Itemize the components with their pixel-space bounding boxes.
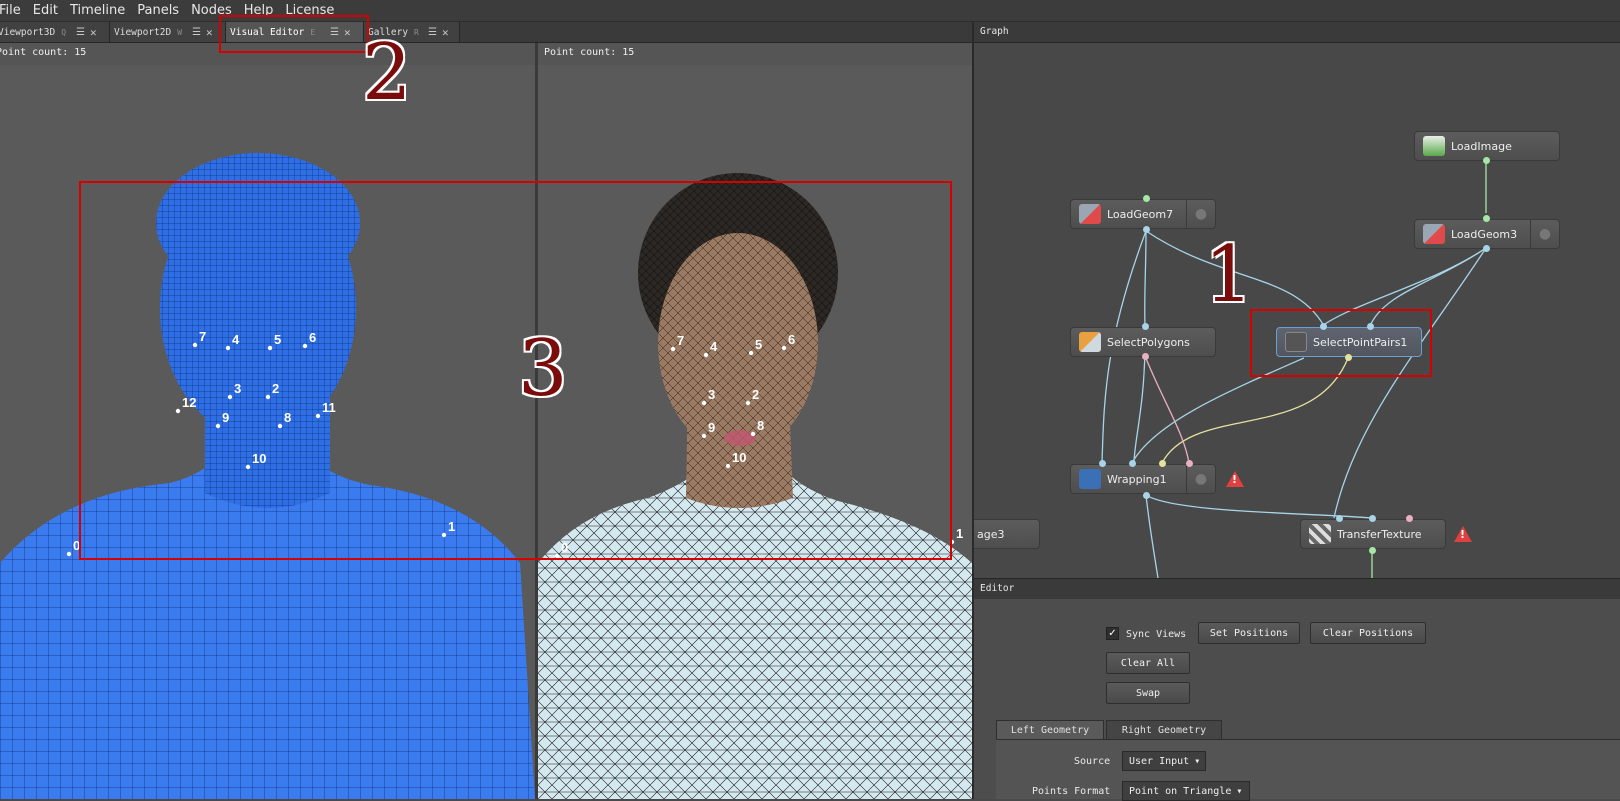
viewport-tab-bar: Viewport3D Q ☰ ✕ Viewport2D W ☰ ✕ Visual E… [0,22,972,43]
visibility-bulb-icon[interactable]: ● [1530,220,1559,248]
swap-button[interactable]: Swap [1106,682,1190,704]
node-partial[interactable]: age3 [974,519,1040,549]
graph-panel-title: Graph [972,22,1620,43]
menu-panels[interactable]: Panels [132,3,186,18]
input-port[interactable] [1336,515,1343,522]
output-port[interactable] [1369,547,1376,554]
input-port[interactable] [1406,515,1413,522]
tab-left-geometry[interactable]: Left Geometry [996,720,1104,739]
node-label: LoadGeom3 [1451,227,1518,241]
input-port[interactable] [1483,215,1490,222]
output-port[interactable] [1143,226,1150,233]
tab-menu-icon[interactable]: ☰ [428,27,437,38]
warning-icon[interactable]: ! [1226,471,1244,487]
close-icon[interactable]: ✕ [90,26,97,39]
input-port[interactable] [1129,460,1136,467]
node-label: LoadImage [1451,139,1512,153]
node-transfer-texture[interactable]: TransferTexture [1300,519,1446,549]
annotation-number-3: 3 [518,324,568,414]
source-value: User Input [1129,755,1190,767]
image-icon [1423,136,1445,156]
annotation-box-tab [219,15,369,53]
annotation-number-2: 2 [362,28,412,118]
tab-label: Viewport3D [0,26,56,38]
points-format-label: Points Format [1032,786,1111,797]
warning-icon[interactable]: ! [1454,526,1472,542]
node-label: LoadGeom7 [1107,207,1174,221]
menu-file[interactable]: File [0,3,28,18]
input-port[interactable] [1369,515,1376,522]
editor-panel-title: Editor [972,578,1620,599]
menu-edit[interactable]: Edit [28,3,65,18]
annotation-box-node [1250,309,1432,377]
tab-label: Viewport2D [114,26,172,38]
input-port[interactable] [1159,460,1166,467]
node-label: age3 [977,527,1005,541]
tab-shortcut: R [414,27,419,37]
input-port[interactable] [1142,323,1149,330]
close-icon[interactable]: ✕ [206,26,213,39]
node-label: SelectPolygons [1107,335,1190,349]
texture-icon [1309,524,1331,544]
visibility-bulb-icon[interactable]: ● [1186,465,1215,493]
visibility-bulb-icon[interactable]: ● [1186,200,1215,228]
output-port[interactable] [1483,157,1490,164]
tab-menu-icon[interactable]: ☰ [192,27,201,38]
select-polygons-icon [1079,332,1101,352]
points-format-value: Point on Triangle [1129,785,1232,797]
chevron-down-icon: ▾ [1194,755,1201,767]
input-port[interactable] [1143,195,1150,202]
tab-right-geometry[interactable]: Right Geometry [1106,720,1222,739]
menu-timeline[interactable]: Timeline [65,3,132,18]
node-label: TransferTexture [1337,527,1422,541]
sync-views-checkbox[interactable]: ✓ [1106,627,1119,640]
points-format-select[interactable]: Point on Triangle ▾ [1122,781,1250,801]
sync-views-label: Sync Views [1126,629,1187,640]
set-positions-button[interactable]: Set Positions [1198,622,1300,644]
source-select[interactable]: User Input ▾ [1122,751,1206,771]
annotation-number-1: 1 [1204,230,1254,320]
node-wrapping[interactable]: Wrapping1 ● [1070,464,1216,494]
annotation-box-viewports [79,181,952,560]
clear-all-button[interactable]: Clear All [1106,652,1190,674]
tab-viewport3d[interactable]: Viewport3D Q ☰ ✕ [0,22,110,42]
editor-panel: ✓ Sync Views Set Positions Clear Positio… [972,599,1620,801]
wrapping-icon [1079,469,1101,489]
close-icon[interactable]: ✕ [442,26,449,39]
clear-positions-button[interactable]: Clear Positions [1310,622,1426,644]
output-port[interactable] [1143,492,1150,499]
source-label: Source [1074,756,1111,767]
node-label: Wrapping1 [1107,472,1167,486]
tab-shortcut: W [177,27,183,37]
tab-menu-icon[interactable]: ☰ [76,27,85,38]
tab-viewport2d[interactable]: Viewport2D W ☰ ✕ [110,22,226,42]
chevron-down-icon: ▾ [1236,785,1243,797]
input-port[interactable] [1099,460,1106,467]
tab-shortcut: Q [61,27,67,37]
landmark-label: 1 [956,526,963,541]
geometry-icon [1423,224,1445,244]
output-port[interactable] [1483,245,1490,252]
output-port[interactable] [1142,353,1149,360]
geometry-icon [1079,204,1101,224]
input-port[interactable] [1186,460,1193,467]
node-load-geom7[interactable]: LoadGeom7 ● [1070,199,1216,229]
